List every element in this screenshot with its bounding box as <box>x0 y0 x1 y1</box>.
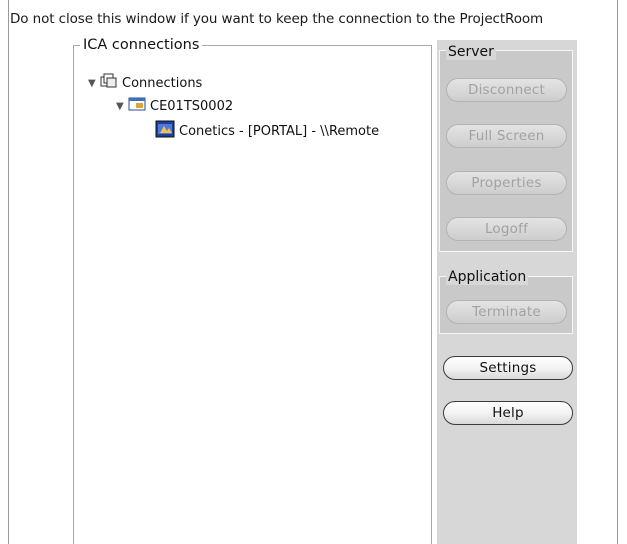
properties-button[interactable]: Properties <box>446 171 567 195</box>
disclosure-triangle-icon[interactable]: ▼ <box>88 78 100 89</box>
tree-item-server-label: CE01TS0002 <box>150 98 234 114</box>
logoff-button[interactable]: Logoff <box>446 217 567 241</box>
connections-icon <box>100 73 118 93</box>
ica-connections-title: ICA connections <box>80 37 203 53</box>
full-screen-button[interactable]: Full Screen <box>446 124 567 148</box>
terminate-button[interactable]: Terminate <box>446 300 567 324</box>
settings-button[interactable]: Settings <box>443 356 573 380</box>
connection-notice: Do not close this window if you want to … <box>10 11 544 27</box>
disclosure-triangle-icon[interactable]: ▼ <box>116 101 128 112</box>
tree-item-server[interactable]: ▼ CE01TS0002 <box>116 96 233 116</box>
app-session-icon <box>155 120 175 142</box>
application-group-title: Application <box>446 269 529 285</box>
disconnect-button[interactable]: Disconnect <box>446 78 567 102</box>
server-window-icon <box>128 96 146 116</box>
server-group-title: Server <box>446 44 496 60</box>
tree-item-connections-label: Connections <box>122 75 203 91</box>
tree-item-session[interactable]: Conetics - [PORTAL] - \\Remote <box>155 120 379 142</box>
tree-item-session-label: Conetics - [PORTAL] - \\Remote <box>179 123 380 139</box>
tree-item-connections[interactable]: ▼ Connections <box>88 73 202 93</box>
help-button[interactable]: Help <box>443 401 573 425</box>
